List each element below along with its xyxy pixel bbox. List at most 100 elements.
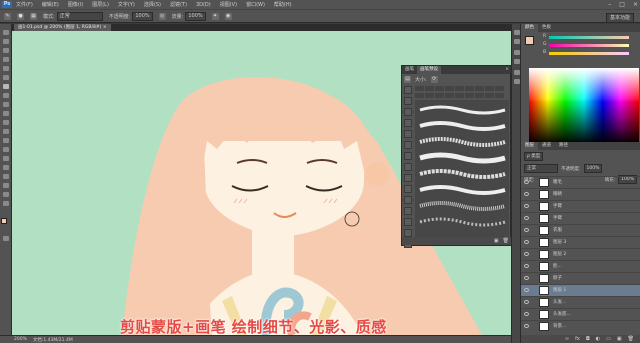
- pressure-opacity-icon[interactable]: ◎: [158, 12, 166, 20]
- menu-file[interactable]: 文件(F): [16, 1, 33, 8]
- gradient-tool-icon[interactable]: [3, 129, 9, 134]
- layer-kind-filter[interactable]: ρ 类型: [524, 152, 544, 161]
- brush-tip[interactable]: [495, 86, 504, 91]
- tab-brush-presets[interactable]: 画笔预设: [417, 66, 441, 74]
- character-panel-icon[interactable]: [514, 70, 520, 75]
- layer-row-selected[interactable]: 图层 1: [521, 284, 640, 296]
- brush-setting-item[interactable]: [404, 141, 412, 149]
- blend-mode-select[interactable]: 正常: [524, 164, 558, 173]
- layer-row[interactable]: 眼睛: [521, 188, 640, 200]
- eyedropper-tool-icon[interactable]: [3, 75, 9, 80]
- brush-setting-item[interactable]: [404, 119, 412, 127]
- airbrush-icon[interactable]: ✦: [211, 12, 219, 20]
- eraser-tool-icon[interactable]: [3, 120, 9, 125]
- brush-setting-item[interactable]: [404, 196, 412, 204]
- visibility-eye-icon[interactable]: [524, 228, 529, 232]
- quick-mask-icon[interactable]: [3, 236, 9, 241]
- brush-tip[interactable]: [435, 92, 444, 98]
- document-tab[interactable]: 画1-01.psd @ 200% (图层 1, RGB/8#) ×: [14, 24, 111, 31]
- document-tab-close[interactable]: ×: [103, 25, 107, 30]
- visibility-eye-icon[interactable]: [524, 312, 529, 316]
- layer-row[interactable]: 图层 2: [521, 248, 640, 260]
- layer-row[interactable]: 图层 3: [521, 236, 640, 248]
- type-tool-icon[interactable]: [3, 165, 9, 170]
- visibility-eye-icon[interactable]: [524, 216, 529, 220]
- tab-paths[interactable]: 路径: [555, 142, 572, 150]
- layer-style-icon[interactable]: fx: [575, 336, 580, 342]
- foreground-color-swatch[interactable]: [1, 218, 7, 224]
- toggle-brush-panel-icon[interactable]: ⟳: [430, 76, 438, 83]
- brush-tip[interactable]: [455, 92, 464, 98]
- menu-type[interactable]: 文字(Y): [118, 1, 135, 8]
- menu-3d[interactable]: 3D(D): [196, 2, 211, 8]
- brush-tip[interactable]: [495, 92, 504, 98]
- paragraph-panel-icon[interactable]: [514, 79, 520, 84]
- layer-opacity-input[interactable]: 100%: [583, 164, 603, 173]
- group-icon[interactable]: ▭: [606, 336, 611, 342]
- visibility-eye-icon[interactable]: [524, 288, 529, 292]
- menu-filter[interactable]: 滤镜(T): [170, 1, 187, 8]
- tab-color[interactable]: 颜色: [521, 24, 538, 32]
- brush-tip[interactable]: [415, 86, 424, 91]
- tab-brush[interactable]: 画笔: [402, 66, 417, 74]
- brush-tip[interactable]: [425, 92, 434, 98]
- history-brush-tool-icon[interactable]: [3, 111, 9, 116]
- visibility-eye-icon[interactable]: [524, 300, 529, 304]
- brush-tip[interactable]: [485, 92, 494, 98]
- brush-tip[interactable]: [415, 92, 424, 98]
- tab-channels[interactable]: 通道: [538, 142, 555, 150]
- brush-tip[interactable]: [445, 92, 454, 98]
- healing-tool-icon[interactable]: [3, 93, 9, 98]
- brush-tool-icon[interactable]: ✎: [4, 12, 11, 20]
- zoom-tool-icon[interactable]: [3, 201, 9, 206]
- menu-window[interactable]: 窗口(W): [246, 1, 265, 8]
- menu-image[interactable]: 图像(I): [68, 1, 83, 8]
- visibility-eye-icon[interactable]: [524, 204, 529, 208]
- brush-setting-item[interactable]: [404, 152, 412, 160]
- slider-g[interactable]: [549, 44, 629, 47]
- brush-setting-item[interactable]: [404, 207, 412, 215]
- layer-row[interactable]: 头发...: [521, 296, 640, 308]
- brush-tip[interactable]: [455, 86, 464, 91]
- menu-layer[interactable]: 图层(L): [92, 1, 109, 8]
- new-brush-icon[interactable]: ▣: [494, 238, 499, 244]
- delete-brush-icon[interactable]: 🗑: [503, 238, 509, 244]
- layer-row[interactable]: 手臂: [521, 212, 640, 224]
- visibility-eye-icon[interactable]: [524, 192, 529, 196]
- hand-tool-icon[interactable]: [3, 192, 9, 197]
- menu-help[interactable]: 帮助(H): [274, 1, 292, 8]
- brush-setting-item[interactable]: [404, 86, 412, 94]
- color-foreground-swatch[interactable]: [525, 36, 534, 45]
- layer-row[interactable]: 脖子: [521, 272, 640, 284]
- menu-edit[interactable]: 编辑(E): [42, 1, 59, 8]
- layer-row[interactable]: 背景...: [521, 320, 640, 332]
- layer-row[interactable]: 睫毛: [521, 176, 640, 188]
- tab-swatches[interactable]: 色板: [538, 24, 555, 32]
- brush-tip[interactable]: [465, 86, 474, 91]
- brush-size-picker-icon[interactable]: ●: [17, 12, 24, 20]
- dodge-tool-icon[interactable]: [3, 147, 9, 152]
- brush-tip[interactable]: [485, 86, 494, 91]
- workspace-select[interactable]: 基本功能: [605, 13, 634, 23]
- link-layers-icon[interactable]: ∞: [565, 336, 569, 342]
- new-layer-icon[interactable]: ▣: [617, 336, 622, 342]
- shape-tool-icon[interactable]: [3, 183, 9, 188]
- brush-panel-icon[interactable]: [514, 50, 520, 55]
- brush-panel-toggle-icon[interactable]: ▦: [30, 12, 37, 20]
- visibility-eye-icon[interactable]: [524, 252, 529, 256]
- adjustment-layer-icon[interactable]: ◐: [596, 336, 600, 342]
- brush-tip[interactable]: [465, 92, 474, 98]
- brush-tip[interactable]: [475, 92, 484, 98]
- add-mask-icon[interactable]: ◘: [586, 336, 590, 342]
- brush-tip[interactable]: [435, 86, 444, 91]
- layer-row[interactable]: 脸...: [521, 260, 640, 272]
- visibility-eye-icon[interactable]: [524, 240, 529, 244]
- brush-setting-item[interactable]: [404, 174, 412, 182]
- stamp-tool-icon[interactable]: [3, 102, 9, 107]
- zoom-level[interactable]: 200%: [14, 337, 27, 342]
- tab-layers[interactable]: 图层: [521, 142, 538, 150]
- brush-setting-item[interactable]: [404, 185, 412, 193]
- move-tool-icon[interactable]: [3, 30, 9, 35]
- history-panel-icon[interactable]: [514, 30, 520, 35]
- layer-row[interactable]: 衣服: [521, 224, 640, 236]
